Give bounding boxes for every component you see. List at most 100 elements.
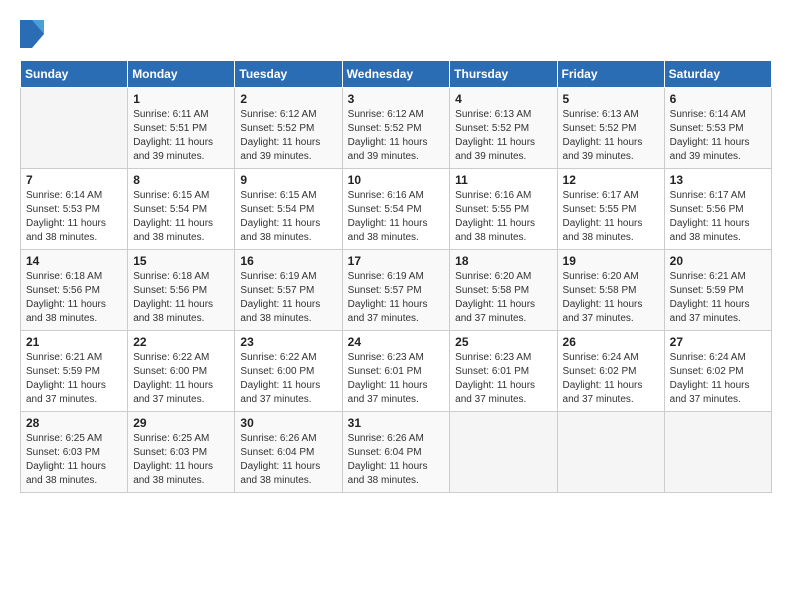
calendar-cell: 19Sunrise: 6:20 AM Sunset: 5:58 PM Dayli…: [557, 250, 664, 331]
day-info: Sunrise: 6:16 AM Sunset: 5:55 PM Dayligh…: [455, 189, 551, 245]
calendar-cell: [21, 88, 128, 169]
calendar-header-friday: Friday: [557, 61, 664, 88]
day-info: Sunrise: 6:20 AM Sunset: 5:58 PM Dayligh…: [455, 270, 551, 326]
day-info: Sunrise: 6:22 AM Sunset: 6:00 PM Dayligh…: [133, 351, 229, 407]
calendar-week-5: 28 Sunrise: 6:25 AM Sunset: 6:03 PM Dayli…: [21, 412, 772, 493]
calendar-cell: 3 Sunrise: 6:12 AM Sunset: 5:52 PM Daylig…: [342, 88, 450, 169]
day-info: Sunrise: 6:24 AM Sunset: 6:02 PM Dayligh…: [670, 351, 766, 407]
day-info: Sunrise: 6:26 AM Sunset: 6:04 PM Dayligh…: [240, 432, 336, 488]
day-info: Sunrise: 6:25 AM Sunset: 6:03 PM Dayligh…: [26, 432, 122, 488]
day-info: Sunrise: 6:11 AM Sunset: 5:51 PM Dayligh…: [133, 108, 229, 164]
day-info: Sunrise: 6:17 AM Sunset: 5:55 PM Dayligh…: [563, 189, 659, 245]
day-number: 29: [133, 416, 229, 430]
day-info: Sunrise: 6:14 AM Sunset: 5:53 PM Dayligh…: [670, 108, 766, 164]
day-number: 18: [455, 254, 551, 268]
day-number: 21: [26, 335, 122, 349]
day-info: Sunrise: 6:21 AM Sunset: 5:59 PM Dayligh…: [670, 270, 766, 326]
calendar-cell: 24Sunrise: 6:23 AM Sunset: 6:01 PM Dayli…: [342, 331, 450, 412]
calendar-cell: 21 Sunrise: 6:21 AM Sunset: 5:59 PM Dayli…: [21, 331, 128, 412]
day-info: Sunrise: 6:26 AM Sunset: 6:04 PM Dayligh…: [348, 432, 445, 488]
day-info: Sunrise: 6:16 AM Sunset: 5:54 PM Dayligh…: [348, 189, 445, 245]
calendar-cell: 8Sunrise: 6:15 AM Sunset: 5:54 PM Daylig…: [128, 169, 235, 250]
calendar-cell: 14Sunrise: 6:18 AM Sunset: 5:56 PM Dayli…: [21, 250, 128, 331]
day-info: Sunrise: 6:23 AM Sunset: 6:01 PM Dayligh…: [455, 351, 551, 407]
day-number: 1: [133, 92, 229, 106]
day-number: 20: [670, 254, 766, 268]
calendar-cell: [664, 412, 771, 493]
calendar-cell: 31 Sunrise: 6:26 AM Sunset: 6:04 PM Dayli…: [342, 412, 450, 493]
day-number: 4: [455, 92, 551, 106]
calendar-table: SundayMondayTuesdayWednesdayThursdayFrid…: [20, 60, 772, 493]
calendar-header-wednesday: Wednesday: [342, 61, 450, 88]
calendar-header-row: SundayMondayTuesdayWednesdayThursdayFrid…: [21, 61, 772, 88]
calendar-cell: 27 Sunrise: 6:24 AM Sunset: 6:02 PM Dayli…: [664, 331, 771, 412]
calendar-cell: 11Sunrise: 6:16 AM Sunset: 5:55 PM Dayli…: [450, 169, 557, 250]
calendar-cell: 9 Sunrise: 6:15 AM Sunset: 5:54 PM Daylig…: [235, 169, 342, 250]
day-info: Sunrise: 6:18 AM Sunset: 5:56 PM Dayligh…: [133, 270, 229, 326]
calendar-cell: 10Sunrise: 6:16 AM Sunset: 5:54 PM Dayli…: [342, 169, 450, 250]
page: SundayMondayTuesdayWednesdayThursdayFrid…: [0, 0, 792, 612]
calendar-cell: 13 Sunrise: 6:17 AM Sunset: 5:56 PM Dayli…: [664, 169, 771, 250]
calendar-cell: 17 Sunrise: 6:19 AM Sunset: 5:57 PM Dayli…: [342, 250, 450, 331]
calendar-cell: 26 Sunrise: 6:24 AM Sunset: 6:02 PM Dayli…: [557, 331, 664, 412]
day-number: 30: [240, 416, 336, 430]
calendar-cell: 22 Sunrise: 6:22 AM Sunset: 6:00 PM Dayli…: [128, 331, 235, 412]
day-number: 28: [26, 416, 122, 430]
calendar-header-monday: Monday: [128, 61, 235, 88]
day-number: 17: [348, 254, 445, 268]
calendar-header-thursday: Thursday: [450, 61, 557, 88]
day-number: 6: [670, 92, 766, 106]
day-info: Sunrise: 6:12 AM Sunset: 5:52 PM Dayligh…: [348, 108, 445, 164]
day-info: Sunrise: 6:14 AM Sunset: 5:53 PM Dayligh…: [26, 189, 122, 245]
day-number: 25: [455, 335, 551, 349]
day-number: 19: [563, 254, 659, 268]
calendar-cell: 6 Sunrise: 6:14 AM Sunset: 5:53 PM Daylig…: [664, 88, 771, 169]
day-info: Sunrise: 6:21 AM Sunset: 5:59 PM Dayligh…: [26, 351, 122, 407]
calendar-cell: 4Sunrise: 6:13 AM Sunset: 5:52 PM Daylig…: [450, 88, 557, 169]
day-info: Sunrise: 6:23 AM Sunset: 6:01 PM Dayligh…: [348, 351, 445, 407]
logo: [20, 20, 48, 48]
calendar-week-4: 21 Sunrise: 6:21 AM Sunset: 5:59 PM Dayli…: [21, 331, 772, 412]
calendar-week-2: 7 Sunrise: 6:14 AM Sunset: 5:53 PM Daylig…: [21, 169, 772, 250]
calendar-week-3: 14Sunrise: 6:18 AM Sunset: 5:56 PM Dayli…: [21, 250, 772, 331]
day-info: Sunrise: 6:18 AM Sunset: 5:56 PM Dayligh…: [26, 270, 122, 326]
day-info: Sunrise: 6:15 AM Sunset: 5:54 PM Dayligh…: [133, 189, 229, 245]
calendar-cell: 16 Sunrise: 6:19 AM Sunset: 5:57 PM Dayli…: [235, 250, 342, 331]
day-number: 16: [240, 254, 336, 268]
day-info: Sunrise: 6:19 AM Sunset: 5:57 PM Dayligh…: [348, 270, 445, 326]
day-info: Sunrise: 6:15 AM Sunset: 5:54 PM Dayligh…: [240, 189, 336, 245]
day-info: Sunrise: 6:12 AM Sunset: 5:52 PM Dayligh…: [240, 108, 336, 164]
day-info: Sunrise: 6:22 AM Sunset: 6:00 PM Dayligh…: [240, 351, 336, 407]
calendar-cell: 2 Sunrise: 6:12 AM Sunset: 5:52 PM Daylig…: [235, 88, 342, 169]
logo-icon: [20, 20, 44, 48]
calendar-cell: 5 Sunrise: 6:13 AM Sunset: 5:52 PM Daylig…: [557, 88, 664, 169]
calendar-cell: 28 Sunrise: 6:25 AM Sunset: 6:03 PM Dayli…: [21, 412, 128, 493]
day-number: 15: [133, 254, 229, 268]
calendar-header-saturday: Saturday: [664, 61, 771, 88]
calendar-cell: 25 Sunrise: 6:23 AM Sunset: 6:01 PM Dayli…: [450, 331, 557, 412]
header: [20, 20, 772, 48]
day-number: 7: [26, 173, 122, 187]
calendar-cell: 20 Sunrise: 6:21 AM Sunset: 5:59 PM Dayli…: [664, 250, 771, 331]
day-info: Sunrise: 6:17 AM Sunset: 5:56 PM Dayligh…: [670, 189, 766, 245]
day-number: 27: [670, 335, 766, 349]
calendar-header-sunday: Sunday: [21, 61, 128, 88]
day-info: Sunrise: 6:24 AM Sunset: 6:02 PM Dayligh…: [563, 351, 659, 407]
calendar-cell: 30 Sunrise: 6:26 AM Sunset: 6:04 PM Dayli…: [235, 412, 342, 493]
day-number: 9: [240, 173, 336, 187]
calendar-cell: 12Sunrise: 6:17 AM Sunset: 5:55 PM Dayli…: [557, 169, 664, 250]
day-number: 22: [133, 335, 229, 349]
day-number: 23: [240, 335, 336, 349]
day-number: 5: [563, 92, 659, 106]
calendar-cell: 29Sunrise: 6:25 AM Sunset: 6:03 PM Dayli…: [128, 412, 235, 493]
day-number: 26: [563, 335, 659, 349]
calendar-cell: 23 Sunrise: 6:22 AM Sunset: 6:00 PM Dayli…: [235, 331, 342, 412]
day-number: 2: [240, 92, 336, 106]
day-number: 3: [348, 92, 445, 106]
day-info: Sunrise: 6:19 AM Sunset: 5:57 PM Dayligh…: [240, 270, 336, 326]
calendar-cell: 18 Sunrise: 6:20 AM Sunset: 5:58 PM Dayli…: [450, 250, 557, 331]
day-number: 31: [348, 416, 445, 430]
day-info: Sunrise: 6:13 AM Sunset: 5:52 PM Dayligh…: [563, 108, 659, 164]
calendar-cell: [450, 412, 557, 493]
day-number: 13: [670, 173, 766, 187]
